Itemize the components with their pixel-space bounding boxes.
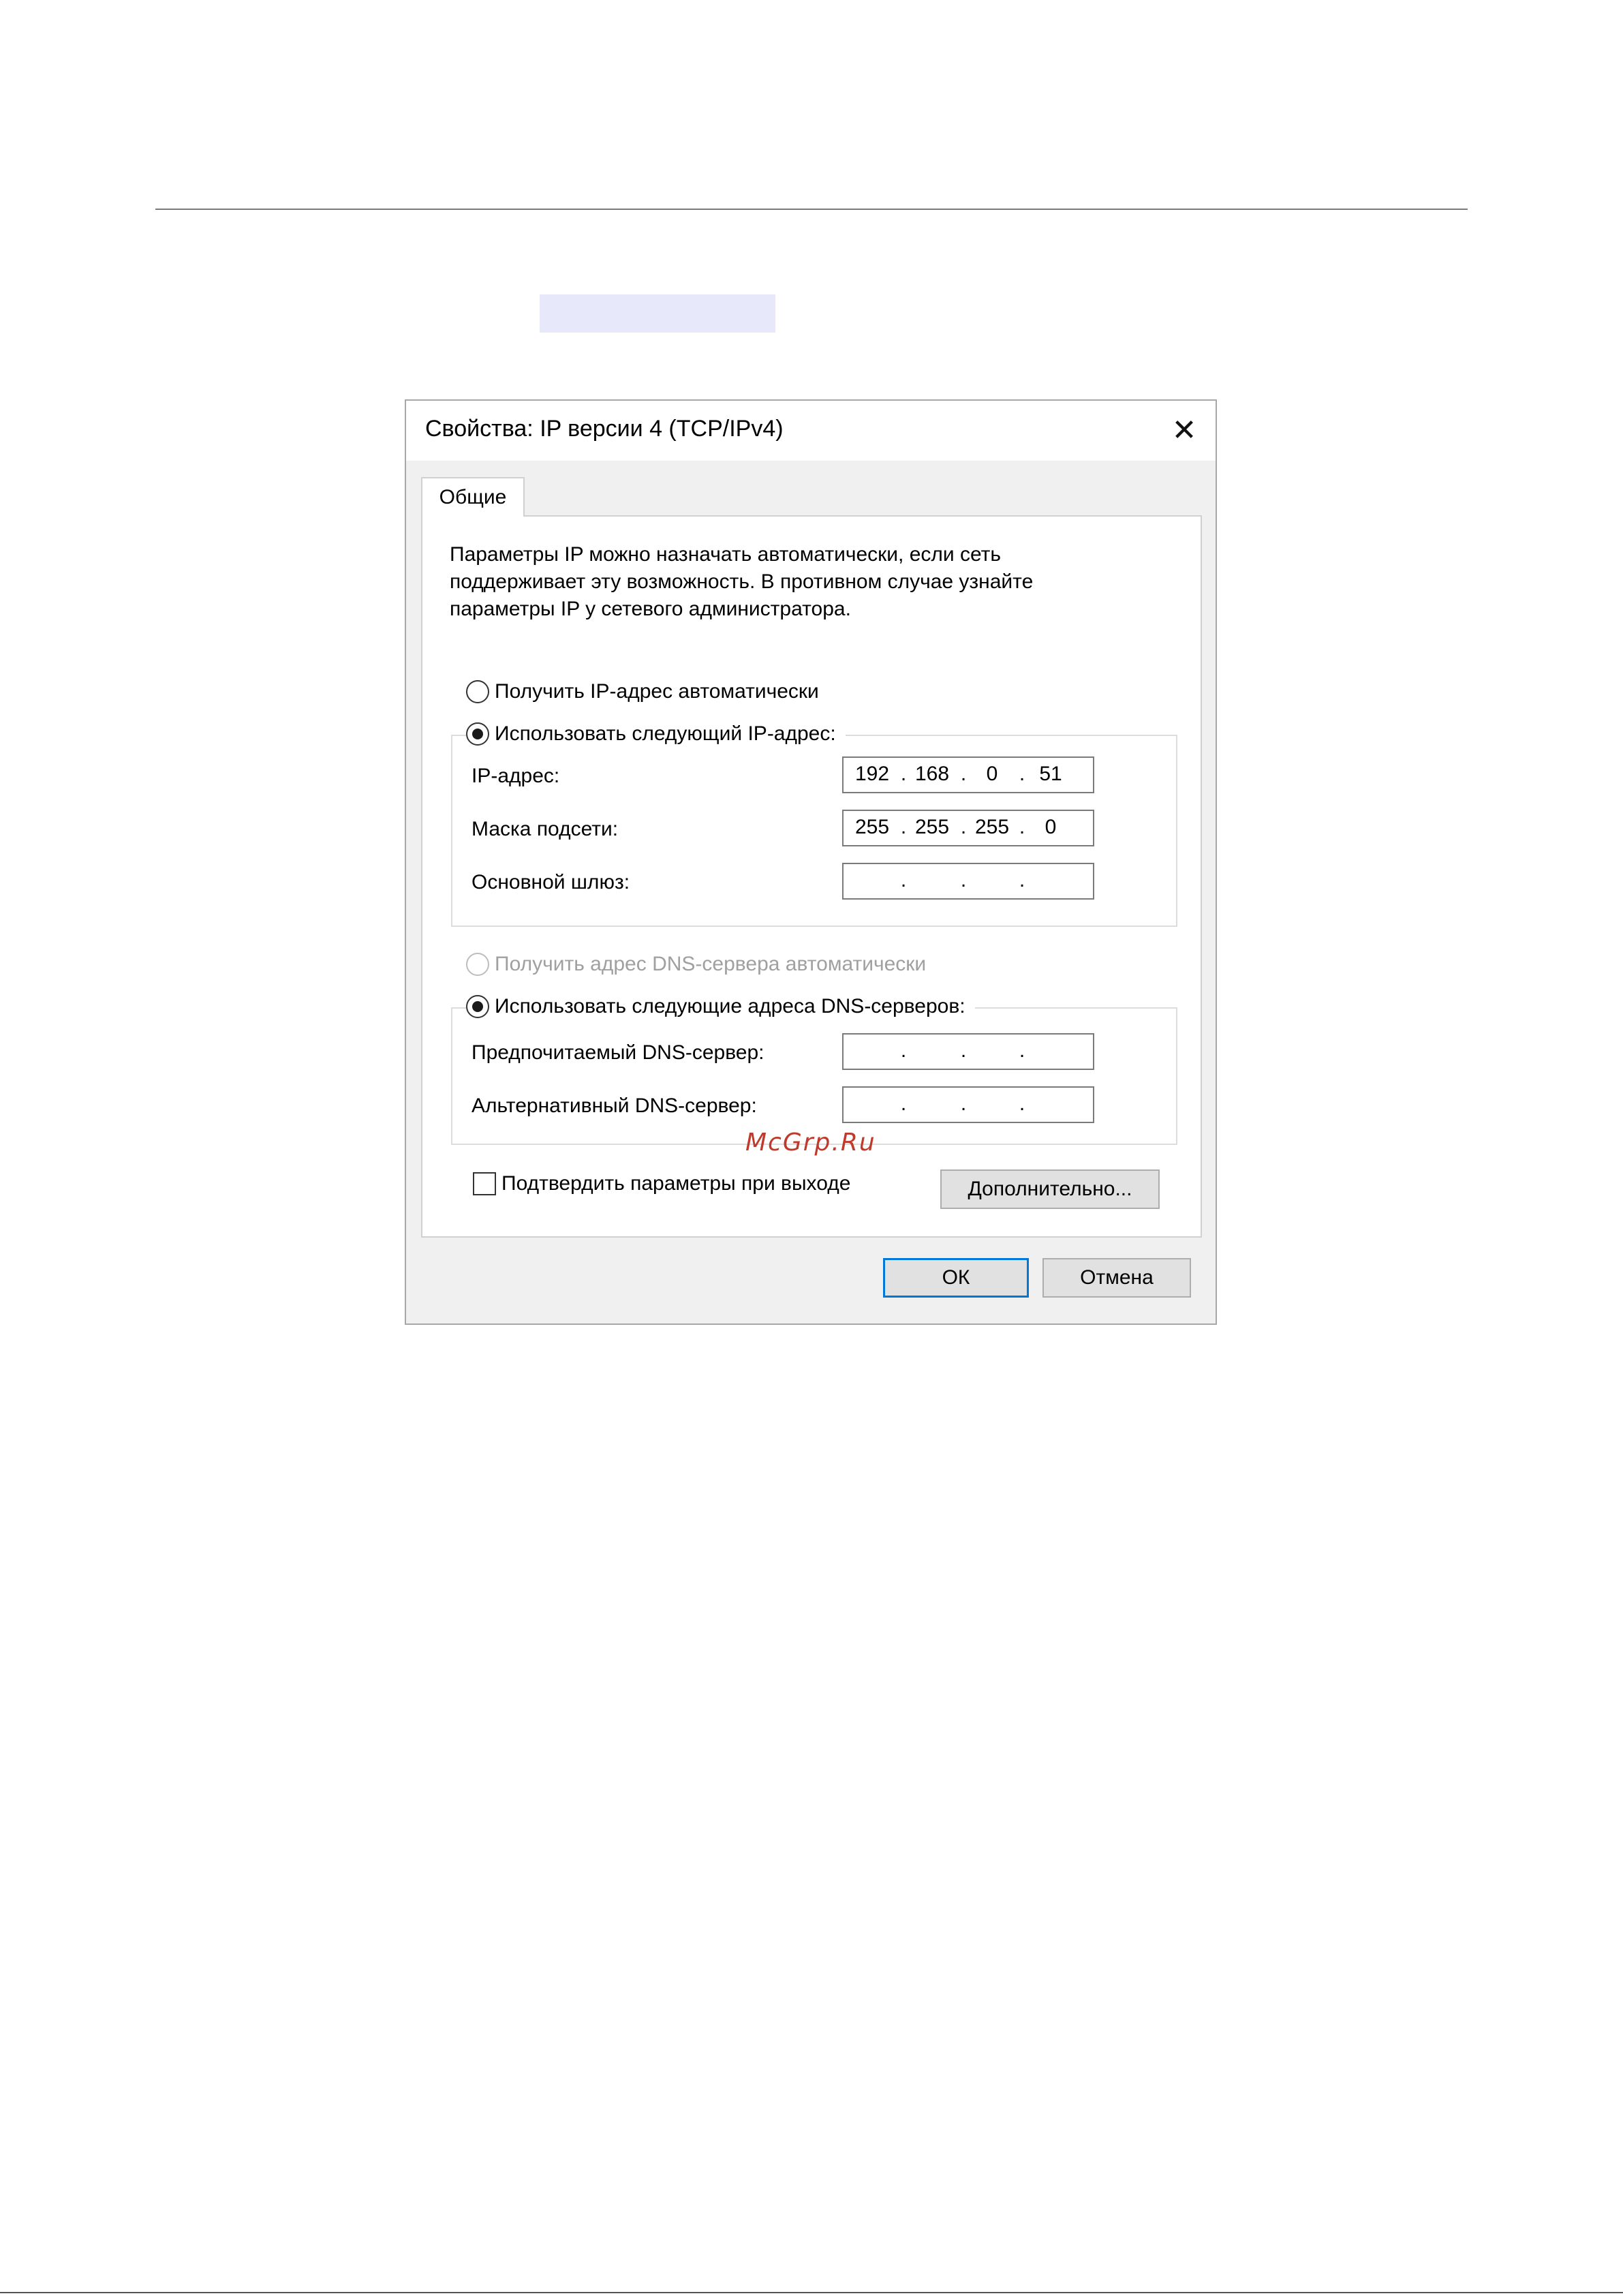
mask-octet: 255 [854, 816, 890, 838]
mask-octet: 255 [914, 816, 950, 838]
ip-dot: . [900, 816, 907, 838]
default-gateway-label: Основной шлюз: [472, 871, 630, 893]
checkbox[interactable] [473, 1172, 496, 1195]
subnet-mask-label: Маска подсети: [472, 818, 619, 840]
description-line: Параметры IP можно назначать автоматичес… [450, 543, 1002, 566]
ip-dot: . [1019, 1092, 1025, 1115]
description-text: Параметры IP можно назначать автоматичес… [450, 541, 1172, 623]
subnet-mask-input[interactable]: 255 . 255 . 255 . 0 [842, 810, 1094, 846]
ip-dot: . [960, 869, 967, 891]
ip-octet: 192 [854, 763, 890, 785]
page-top-rule [155, 209, 1468, 210]
radio-obtain-ip-auto[interactable]: Получить IP-адрес автоматически [466, 680, 829, 703]
close-button[interactable]: ✕ [1165, 412, 1203, 450]
preferred-dns-input[interactable]: . . . [842, 1033, 1094, 1070]
ip-dot: . [960, 763, 967, 785]
description-line: параметры IP у сетевого администратора. [450, 598, 851, 620]
ok-button[interactable]: ОК [883, 1258, 1029, 1298]
radio-use-dns[interactable]: Использовать следующие адреса DNS-сервер… [466, 995, 975, 1018]
validate-on-exit-checkbox[interactable]: Подтвердить параметры при выходе [473, 1172, 850, 1195]
preferred-dns-label: Предпочитаемый DNS-сервер: [472, 1041, 764, 1064]
ip-dot: . [960, 816, 967, 838]
ip-dot: . [1019, 1039, 1025, 1062]
ip-dot: . [1019, 816, 1025, 838]
dialog-title: Свойства: IP версии 4 (TCP/IPv4) [425, 416, 784, 442]
advanced-button[interactable]: Дополнительно... [940, 1169, 1160, 1209]
radio-obtain-ip-auto-label: Получить IP-адрес автоматически [495, 680, 819, 703]
watermark: McGrp.Ru [745, 1129, 876, 1157]
close-icon: ✕ [1171, 414, 1197, 447]
ip-address-label: IP-адрес: [472, 765, 560, 787]
mask-octet: 0 [1045, 816, 1057, 838]
ip-dot: . [900, 869, 907, 891]
default-gateway-input[interactable]: . . . [842, 863, 1094, 900]
ip-octet: 51 [1039, 763, 1062, 785]
mask-octet: 255 [974, 816, 1010, 838]
ip-dot: . [960, 1039, 967, 1062]
radio-button-disabled [466, 953, 489, 976]
radio-use-ip[interactable]: Использовать следующий IP-адрес: [466, 722, 846, 746]
radio-button[interactable] [466, 680, 489, 703]
radio-obtain-dns-auto-label: Получить адрес DNS-сервера автоматически [495, 953, 927, 975]
ip-dot: . [1019, 869, 1025, 891]
ip-dot: . [900, 763, 907, 785]
alternate-dns-input[interactable]: . . . [842, 1086, 1094, 1123]
cancel-button[interactable]: Отмена [1042, 1258, 1191, 1298]
ip-octet: 0 [986, 763, 998, 785]
tab-general[interactable]: Общие [421, 477, 525, 517]
radio-button-checked[interactable] [466, 995, 489, 1018]
radio-button-checked[interactable] [466, 722, 489, 746]
dialog-titlebar: Свойства: IP версии 4 (TCP/IPv4) ✕ [406, 401, 1216, 461]
radio-use-dns-label: Использовать следующие адреса DNS-сервер… [495, 995, 965, 1017]
page-bottom-rule [0, 2292, 1623, 2293]
radio-use-ip-label: Использовать следующий IP-адрес: [495, 722, 836, 745]
ip-dot: . [900, 1092, 907, 1115]
ip-octet: 168 [914, 763, 950, 785]
ip-address-input[interactable]: 192 . 168 . 0 . 51 [842, 756, 1094, 793]
ipv4-properties-dialog: Свойства: IP версии 4 (TCP/IPv4) ✕ Общие… [405, 399, 1217, 1325]
radio-obtain-dns-auto: Получить адрес DNS-сервера автоматически [466, 953, 936, 976]
ip-dot: . [900, 1039, 907, 1062]
description-line: поддерживает эту возможность. В противно… [450, 570, 1034, 593]
ip-dot: . [960, 1092, 967, 1115]
alternate-dns-label: Альтернативный DNS-сервер: [472, 1095, 757, 1117]
validate-on-exit-label: Подтвердить параметры при выходе [501, 1172, 851, 1195]
text-highlight [540, 294, 775, 333]
ip-dot: . [1019, 763, 1025, 785]
dns-server-group [451, 1007, 1177, 1145]
